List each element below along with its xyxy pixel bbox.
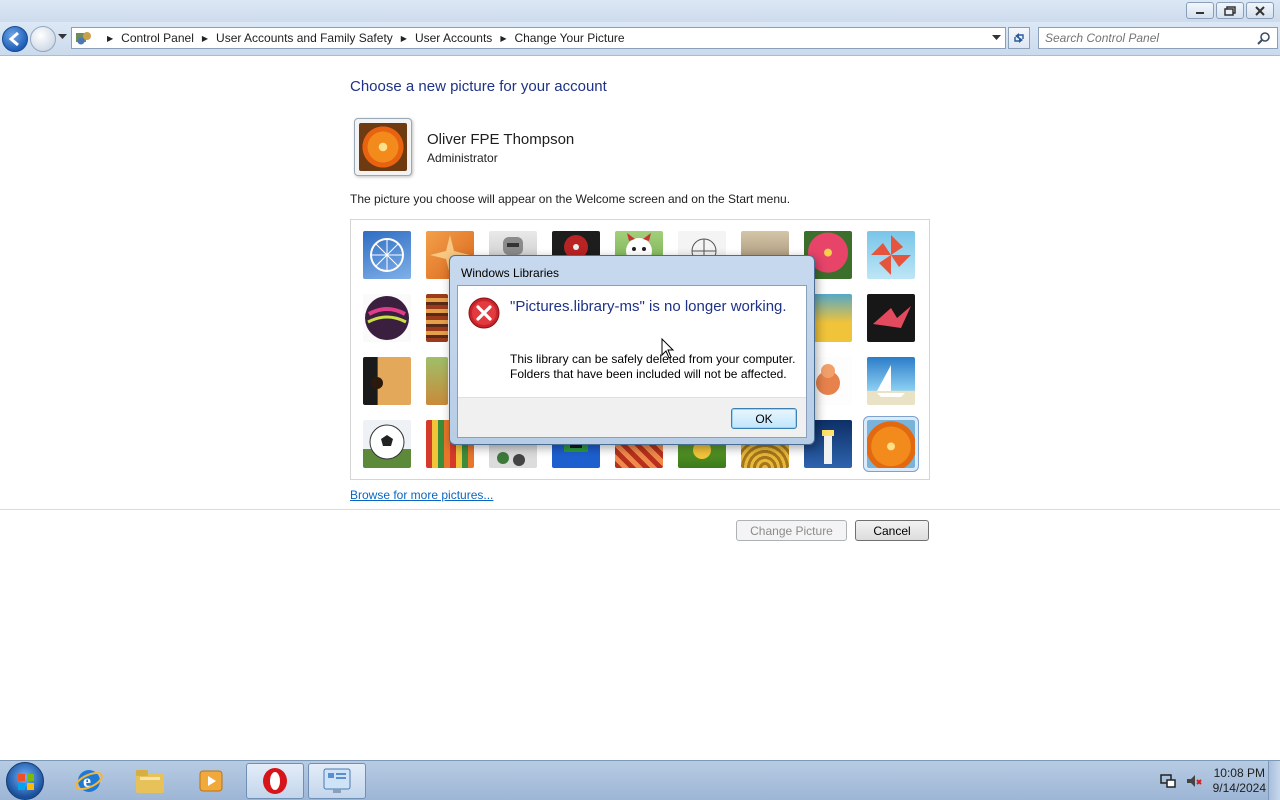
current-account-picture [354,118,412,176]
internet-explorer-icon: e [75,770,103,792]
picture-guitar[interactable] [363,357,411,405]
clock[interactable]: 10:08 PM 9/14/2024 [1213,766,1266,796]
address-dropdown-icon[interactable] [992,35,1001,41]
folder-icon [136,770,164,793]
taskbar: e 10:08 PM 9/14/2024 [0,760,1280,800]
search-icon[interactable] [1257,31,1271,45]
picture-puppy[interactable] [426,357,448,405]
recent-pages-dropdown-icon[interactable] [58,34,67,40]
close-button[interactable] [1246,2,1274,19]
breadcrumb-user-accounts-family-safety[interactable]: User Accounts and Family Safety [216,31,393,45]
dialog-message: "Pictures.library-ms" is no longer worki… [510,298,787,315]
picture-orange-flower[interactable] [863,416,919,472]
minimize-icon [1196,11,1204,14]
breadcrumb-separator-icon[interactable]: ▶ [202,34,208,43]
taskbar-file-explorer[interactable] [121,763,179,799]
control-panel-icon [323,768,351,793]
error-icon [468,297,500,329]
show-desktop-button[interactable] [1268,761,1280,800]
dialog-title: Windows Libraries [461,266,560,280]
picture-bowling-ball[interactable] [363,294,411,342]
network-icon[interactable] [1159,772,1177,790]
picture-sailboat[interactable] [867,357,915,405]
search-input[interactable] [1045,31,1255,45]
picture-striped-fabric[interactable] [426,294,448,342]
dialog-body: "Pictures.library-ms" is no longer worki… [457,285,807,438]
breadcrumb-change-your-picture[interactable]: Change Your Picture [514,31,624,45]
taskbar-opera[interactable] [246,763,304,799]
user-name: Oliver FPE Thompson [427,131,575,148]
breadcrumb-separator-icon[interactable]: ▶ [500,34,506,43]
windows-logo-icon [18,774,34,790]
browse-more-pictures-link[interactable]: Browse for more pictures... [350,488,493,502]
picture-description: The picture you choose will appear on th… [350,192,791,206]
change-picture-button[interactable]: Change Picture [736,520,847,541]
picture-origami-crane[interactable] [867,294,915,342]
clock-date: 9/14/2024 [1212,781,1266,795]
minimize-button[interactable] [1186,2,1214,19]
page-title: Choose a new picture for your account [350,78,607,95]
restore-icon [1224,5,1236,16]
breadcrumb-separator-icon[interactable]: ▶ [401,34,407,43]
dialog-footer: OK [458,397,806,437]
clock-time: 10:08 PM [1213,766,1265,780]
close-icon [1255,5,1265,16]
start-button[interactable] [6,762,44,800]
ok-button[interactable]: OK [731,408,797,429]
picture-pinwheel[interactable] [867,231,915,279]
user-role: Administrator [427,151,498,165]
mouse-cursor-icon [661,338,675,359]
address-bar[interactable]: ▶ Control Panel ▶ User Accounts and Famil… [71,27,1006,49]
taskbar-control-panel[interactable] [308,763,366,799]
control-panel-icon [76,32,91,45]
window-titlebar [0,0,1280,22]
refresh-icon [1014,33,1024,43]
opera-icon [263,768,287,794]
system-tray: 10:08 PM 9/14/2024 [1159,761,1266,800]
windows-libraries-dialog: Windows Libraries "Pictures.library-ms" … [449,255,815,445]
dialog-detail: This library can be safely deleted from … [510,352,796,381]
cancel-button[interactable]: Cancel [855,520,929,541]
picture-ferris-wheel[interactable] [363,231,411,279]
search-box[interactable] [1038,27,1278,49]
restore-button[interactable] [1216,2,1244,19]
breadcrumb-user-accounts[interactable]: User Accounts [415,31,492,45]
divider [0,509,1280,510]
media-player-icon [199,770,223,792]
breadcrumb-separator-icon: ▶ [107,33,114,43]
volume-muted-icon[interactable] [1185,772,1203,790]
back-button[interactable] [2,26,28,52]
taskbar-media-player[interactable] [182,763,240,799]
arrow-left-icon [8,31,19,47]
refresh-button[interactable] [1008,27,1030,49]
picture-soccer-ball[interactable] [363,420,411,468]
taskbar-internet-explorer[interactable]: e [60,763,118,799]
navigation-bar: ▶ Control Panel ▶ User Accounts and Famil… [0,22,1280,56]
breadcrumb-control-panel[interactable]: Control Panel [121,31,194,45]
forward-button[interactable] [30,26,56,52]
